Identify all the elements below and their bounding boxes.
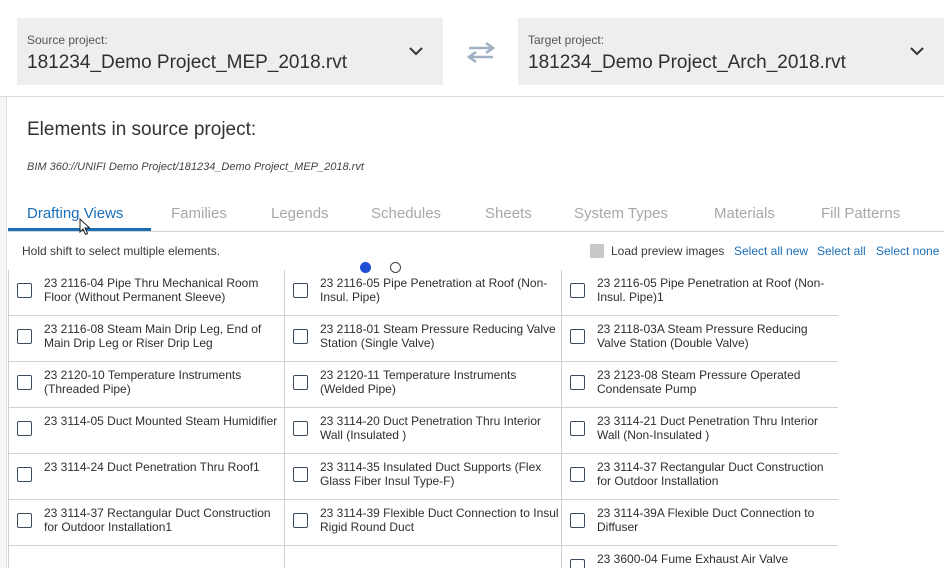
- page-indicator-inactive[interactable]: [390, 262, 401, 273]
- item-label: 23 3114-37 Rectangular Duct Construction…: [44, 506, 271, 534]
- target-project-label: Target project:: [528, 33, 605, 47]
- list-item[interactable]: 23 2118-01 Steam Pressure Reducing Valve…: [285, 316, 562, 362]
- tab-system-types[interactable]: System Types: [574, 205, 668, 222]
- list-item[interactable]: 23 3114-39A Flexible Duct Connection to …: [562, 500, 838, 546]
- chevron-down-icon[interactable]: [407, 44, 425, 58]
- tab-schedules[interactable]: Schedules: [371, 205, 441, 222]
- item-checkbox[interactable]: [570, 283, 585, 298]
- load-preview-checkbox[interactable]: [590, 244, 604, 258]
- list-item[interactable]: 23 2123-08 Steam Pressure Operated Conde…: [562, 362, 838, 408]
- multi-select-hint: Hold shift to select multiple elements.: [22, 244, 221, 258]
- tab-legends[interactable]: Legends: [271, 205, 329, 222]
- page-indicator-active[interactable]: [360, 262, 371, 273]
- item-label: 23 2118-01 Steam Pressure Reducing Valve…: [320, 322, 556, 350]
- tab-fill-patterns[interactable]: Fill Patterns: [821, 205, 900, 222]
- mouse-cursor-icon: [79, 218, 91, 236]
- item-label: 23 3114-24 Duct Penetration Thru Roof1: [44, 460, 260, 474]
- source-project-label: Source project:: [27, 33, 108, 47]
- list-item[interactable]: 23 3114-37 Rectangular Duct Construction…: [562, 454, 838, 500]
- element-type-tabs: Drafting Views Families Legends Schedule…: [8, 194, 944, 232]
- item-label: 23 3114-39A Flexible Duct Connection to …: [597, 506, 815, 534]
- list-item[interactable]: 23 3600-04 Fume Exhaust Air Valve: [562, 546, 838, 568]
- item-checkbox[interactable]: [17, 513, 32, 528]
- item-checkbox[interactable]: [17, 421, 32, 436]
- select-all-link[interactable]: Select all: [817, 244, 866, 258]
- item-label: 23 3114-37 Rectangular Duct Construction…: [597, 460, 824, 488]
- list-item[interactable]: 23 3114-35 Insulated Duct Supports (Flex…: [285, 454, 562, 500]
- target-project-dropdown[interactable]: Target project: 181234_Demo Project_Arch…: [518, 18, 944, 85]
- item-label: 23 2116-05 Pipe Penetration at Roof (Non…: [320, 276, 548, 304]
- list-item[interactable]: 23 3114-20 Duct Penetration Thru Interio…: [285, 408, 562, 454]
- item-checkbox[interactable]: [293, 375, 308, 390]
- item-checkbox[interactable]: [570, 421, 585, 436]
- list-item[interactable]: 23 3114-24 Duct Penetration Thru Roof1: [8, 454, 285, 500]
- list-item[interactable]: 23 2116-05 Pipe Penetration at Roof (Non…: [285, 270, 562, 316]
- project-selector-bar: Source project: 181234_Demo Project_MEP_…: [0, 0, 944, 97]
- list-item[interactable]: 23 2120-10 Temperature Instruments (Thre…: [8, 362, 285, 408]
- item-checkbox[interactable]: [570, 329, 585, 344]
- item-label: 23 2118-03A Steam Pressure Reducing Valv…: [597, 322, 808, 350]
- select-none-link[interactable]: Select none: [876, 244, 939, 258]
- load-preview-label[interactable]: Load preview images: [611, 244, 724, 258]
- item-label: 23 2120-11 Temperature Instruments (Weld…: [320, 368, 517, 396]
- tab-drafting-views[interactable]: Drafting Views: [27, 205, 123, 222]
- list-item[interactable]: 23 2116-05 Pipe Penetration at Roof (Non…: [562, 270, 838, 316]
- item-label: 23 2120-10 Temperature Instruments (Thre…: [44, 368, 242, 396]
- elements-grid: 23 2116-04 Pipe Thru Mechanical Room Flo…: [8, 270, 838, 568]
- item-label: 23 2116-04 Pipe Thru Mechanical Room Flo…: [44, 276, 259, 304]
- list-item[interactable]: 23 3114-37 Rectangular Duct Construction…: [8, 500, 285, 546]
- source-path: BIM 360://UNIFI Demo Project/181234_Demo…: [27, 161, 364, 173]
- source-project-value: 181234_Demo Project_MEP_2018.rvt: [27, 52, 348, 73]
- item-checkbox[interactable]: [570, 467, 585, 482]
- source-project-dropdown[interactable]: Source project: 181234_Demo Project_MEP_…: [17, 18, 443, 85]
- item-checkbox[interactable]: [293, 421, 308, 436]
- target-project-value: 181234_Demo Project_Arch_2018.rvt: [528, 52, 846, 73]
- item-label: 23 2116-05 Pipe Penetration at Roof (Non…: [597, 276, 825, 304]
- elements-heading: Elements in source project:: [27, 119, 257, 140]
- item-checkbox[interactable]: [293, 467, 308, 482]
- item-checkbox[interactable]: [17, 375, 32, 390]
- tab-families[interactable]: Families: [171, 205, 227, 222]
- item-label: 23 3114-35 Insulated Duct Supports (Flex…: [320, 460, 542, 488]
- item-checkbox[interactable]: [293, 329, 308, 344]
- list-item[interactable]: 23 3114-21 Duct Penetration Thru Interio…: [562, 408, 838, 454]
- item-label: 23 3114-39 Flexible Duct Connection to I…: [320, 506, 559, 534]
- item-checkbox[interactable]: [293, 283, 308, 298]
- item-checkbox[interactable]: [17, 283, 32, 298]
- swap-arrows-icon[interactable]: [465, 40, 497, 64]
- list-item[interactable]: [8, 546, 285, 568]
- list-item[interactable]: 23 2116-08 Steam Main Drip Leg, End of M…: [8, 316, 285, 362]
- tab-sheets[interactable]: Sheets: [485, 205, 532, 222]
- chevron-down-icon[interactable]: [908, 44, 926, 58]
- item-label: 23 3114-21 Duct Penetration Thru Interio…: [597, 414, 819, 442]
- tab-materials[interactable]: Materials: [714, 205, 775, 222]
- item-checkbox[interactable]: [570, 513, 585, 528]
- item-label: 23 2123-08 Steam Pressure Operated Conde…: [597, 368, 801, 396]
- item-checkbox[interactable]: [293, 513, 308, 528]
- item-label: 23 2116-08 Steam Main Drip Leg, End of M…: [44, 322, 262, 350]
- item-checkbox[interactable]: [17, 467, 32, 482]
- list-item[interactable]: 23 2120-11 Temperature Instruments (Weld…: [285, 362, 562, 408]
- item-checkbox[interactable]: [570, 559, 585, 568]
- list-item[interactable]: 23 3114-05 Duct Mounted Steam Humidifier: [8, 408, 285, 454]
- item-label: 23 3600-04 Fume Exhaust Air Valve: [597, 552, 789, 566]
- list-item[interactable]: [285, 546, 562, 568]
- item-checkbox[interactable]: [17, 329, 32, 344]
- item-label: 23 3114-20 Duct Penetration Thru Interio…: [320, 414, 542, 442]
- list-item[interactable]: 23 2118-03A Steam Pressure Reducing Valv…: [562, 316, 838, 362]
- item-checkbox[interactable]: [570, 375, 585, 390]
- list-item[interactable]: 23 3114-39 Flexible Duct Connection to I…: [285, 500, 562, 546]
- select-all-new-link[interactable]: Select all new: [734, 244, 808, 258]
- list-item[interactable]: 23 2116-04 Pipe Thru Mechanical Room Flo…: [8, 270, 285, 316]
- item-label: 23 3114-05 Duct Mounted Steam Humidifier: [44, 414, 278, 428]
